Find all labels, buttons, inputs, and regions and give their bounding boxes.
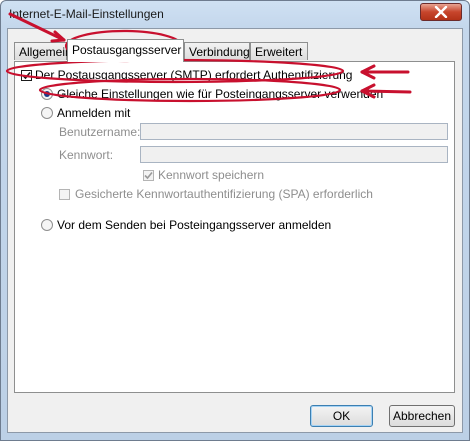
tab-verbindung[interactable]: Verbindung (184, 42, 250, 60)
username-label: Benutzername: (59, 125, 141, 139)
close-button[interactable] (420, 3, 462, 21)
remember-password-label: Kennwort speichern (158, 168, 265, 182)
pop-before-smtp-radio[interactable] (41, 219, 53, 231)
dialog-client-area: Allgemein Postausgangsserver Verbindung … (7, 28, 463, 433)
close-icon (434, 6, 448, 18)
spa-checkbox[interactable] (59, 189, 70, 200)
tab-erweitert[interactable]: Erweitert (250, 42, 308, 60)
username-field[interactable] (140, 123, 448, 140)
logon-with-radio[interactable] (41, 107, 53, 119)
password-label: Kennwort: (59, 148, 114, 162)
tab-panel-postausgangsserver: Der Postausgangsserver (SMTP) erfordert … (14, 61, 455, 393)
tab-label: Postausgangsserver (72, 43, 182, 57)
title-bar[interactable]: Internet-E-Mail-Einstellungen (1, 1, 469, 27)
same-settings-radio[interactable] (41, 88, 53, 100)
spa-label: Gesicherte Kennwortauthentifizierung (SP… (75, 187, 373, 201)
ok-button[interactable]: OK (310, 405, 373, 427)
tab-postausgangsserver[interactable]: Postausgangsserver (67, 39, 184, 62)
logon-with-label[interactable]: Anmelden mit (57, 106, 130, 120)
password-field[interactable] (140, 146, 448, 163)
tab-label: Erweitert (255, 45, 303, 59)
requires-auth-checkbox[interactable] (21, 70, 32, 81)
dialog-window: Internet-E-Mail-Einstellungen Allgemein … (0, 0, 470, 441)
same-settings-label[interactable]: Gleiche Einstellungen wie für Posteingan… (57, 87, 383, 101)
radio-selected-dot (44, 91, 50, 97)
tab-label: Allgemein (19, 45, 72, 59)
checkmark-icon (22, 71, 31, 80)
pop-before-smtp-label[interactable]: Vor dem Senden bei Posteingangsserver an… (57, 218, 331, 232)
tab-label: Verbindung (189, 45, 250, 59)
requires-auth-label[interactable]: Der Postausgangsserver (SMTP) erfordert … (35, 68, 352, 82)
tab-allgemein[interactable]: Allgemein (14, 42, 72, 60)
checkmark-icon (144, 171, 153, 180)
cancel-button[interactable]: Abbrechen (389, 405, 455, 427)
window-title: Internet-E-Mail-Einstellungen (9, 7, 164, 21)
remember-password-checkbox[interactable] (143, 170, 154, 181)
